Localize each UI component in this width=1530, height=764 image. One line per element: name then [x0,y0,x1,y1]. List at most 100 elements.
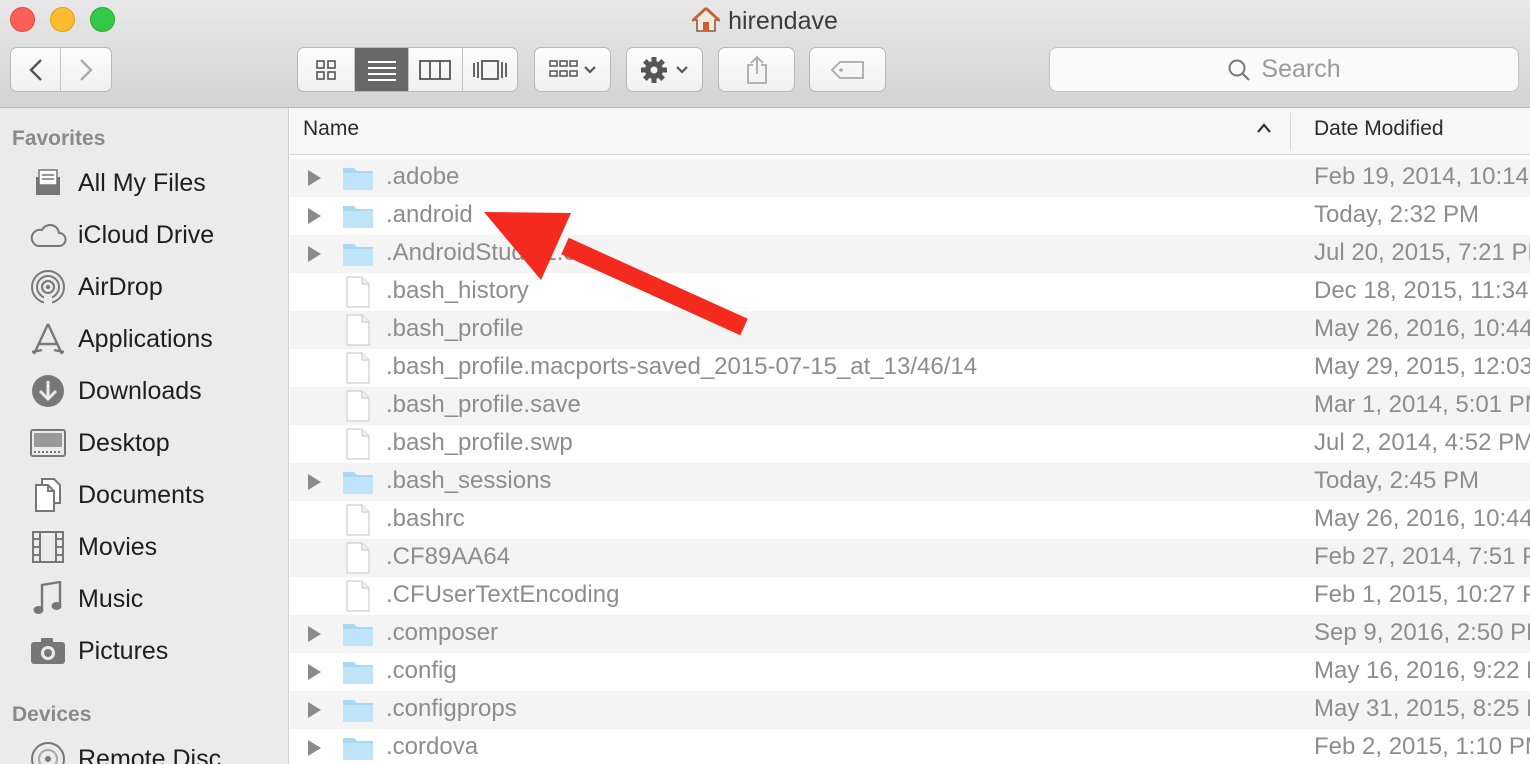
file-date-modified: Jul 20, 2015, 7:21 PM [1314,239,1530,266]
file-row[interactable]: .CF89AA64 Feb 27, 2014, 7:51 PM [290,539,1530,577]
file-date-modified: Mar 1, 2014, 5:01 PM [1314,391,1530,418]
sidebar-item-documents[interactable]: Documents [0,473,288,517]
document-icon [346,314,370,351]
file-row[interactable]: .config May 16, 2016, 9:22 PM [290,653,1530,691]
document-icon [346,580,370,617]
file-row[interactable]: .bash_sessions Today, 2:45 PM [290,463,1530,501]
window-title: hirendave [0,4,1530,42]
column-header: Name Date Modified [290,108,1530,155]
file-row[interactable]: .bash_profile.swp Jul 2, 2014, 4:52 PM [290,425,1530,463]
folder-icon [342,468,374,501]
date-modified-column-header[interactable]: Date Modified [1314,117,1444,141]
file-row[interactable]: .CFUserTextEncoding Feb 1, 2015, 10:27 PM [290,577,1530,615]
file-name: .bash_history [386,277,529,304]
folder-icon [342,240,374,273]
tags-button[interactable] [809,47,886,92]
file-date-modified: Dec 18, 2015, 11:34 [1314,277,1529,304]
search-field[interactable]: Search [1049,47,1519,92]
file-name: .composer [386,619,499,646]
file-row[interactable]: .composer Sep 9, 2016, 2:50 PM [290,615,1530,653]
column-view-button[interactable] [409,48,463,91]
view-switcher [297,47,518,92]
file-row[interactable]: .android Today, 2:32 PM [290,197,1530,235]
arrange-button[interactable] [534,47,611,92]
sidebar-item-pictures[interactable]: Pictures [0,629,288,673]
file-name: .CF89AA64 [386,543,511,570]
cover-flow-view-button[interactable] [463,48,517,91]
file-row[interactable]: .adobe Feb 19, 2014, 10:14 [290,159,1530,197]
sidebar-item-downloads[interactable]: Downloads [0,369,288,413]
sidebar-item-applications[interactable]: Applications [0,317,288,361]
sidebar-item-desktop[interactable]: Desktop [0,421,288,465]
file-date-modified: May 16, 2016, 9:22 PM [1314,657,1530,684]
file-date-modified: Feb 19, 2014, 10:14 [1314,163,1529,190]
file-date-modified: May 29, 2015, 12:03 [1314,353,1530,380]
sidebar-item-label: Desktop [78,428,170,457]
downloads-icon [28,371,68,411]
file-rows: .adobe Feb 19, 2014, 10:14 .android Today, … [290,159,1530,764]
file-date-modified: Feb 27, 2014, 7:51 PM [1314,543,1530,570]
disclosure-triangle-icon[interactable] [307,474,321,495]
disclosure-triangle-icon[interactable] [307,740,321,761]
desktop-icon [28,423,68,463]
sidebar-item-label: Pictures [78,636,169,665]
list-view-button[interactable] [355,48,409,91]
file-row[interactable]: .bash_profile May 26, 2016, 10:44 [290,311,1530,349]
sidebar-item-icloud-drive[interactable]: iCloud Drive [0,213,288,257]
cover-flow-icon [472,59,507,80]
grid-icon [316,59,337,80]
file-name: .config [386,657,457,684]
sidebar-item-label: AirDrop [78,272,163,301]
back-button[interactable] [11,48,62,91]
file-row[interactable]: .bash_history Dec 18, 2015, 11:34 [290,273,1530,311]
sidebar-item-music[interactable]: Music [0,577,288,621]
file-name: .CFUserTextEncoding [386,581,620,608]
disclosure-triangle-icon[interactable] [307,702,321,723]
window-title-text: hirendave [728,7,838,35]
document-icon [346,276,370,313]
disclosure-triangle-icon[interactable] [307,246,321,267]
disclosure-triangle-icon[interactable] [307,664,321,685]
file-row[interactable]: .bash_profile.save Mar 1, 2014, 5:01 PM [290,387,1530,425]
movies-icon [28,527,68,567]
file-row[interactable]: .configprops May 31, 2015, 8:25 PM [290,691,1530,729]
file-date-modified: Sep 9, 2016, 2:50 PM [1314,619,1530,646]
sidebar: Favorites All My Files iCloud Drive AirD… [0,108,289,764]
all-files-icon [28,163,68,203]
forward-button[interactable] [61,48,111,91]
file-row[interactable]: .AndroidStudio1.3 Jul 20, 2015, 7:21 PM [290,235,1530,273]
file-date-modified: Today, 2:32 PM [1314,201,1479,228]
sort-ascending-icon[interactable] [1256,121,1272,139]
sidebar-item-remote-disc[interactable]: Remote Disc [0,737,288,764]
gear-icon [640,56,688,83]
search-placeholder: Search [1261,55,1341,83]
sidebar-item-label: Remote Disc [78,744,222,764]
disclosure-triangle-icon[interactable] [307,170,321,191]
file-date-modified: Jul 2, 2014, 4:52 PM [1314,429,1530,456]
share-button[interactable] [718,47,795,92]
cloud-icon [28,215,68,255]
file-row[interactable]: .cordova Feb 2, 2015, 1:10 PM [290,729,1530,764]
sidebar-item-airdrop[interactable]: AirDrop [0,265,288,309]
sidebar-item-movies[interactable]: Movies [0,525,288,569]
file-row[interactable]: .bash_profile.macports-saved_2015-07-15_… [290,349,1530,387]
file-name: .bash_profile.macports-saved_2015-07-15_… [386,353,978,380]
action-button[interactable] [626,47,703,92]
pictures-icon [28,631,68,671]
column-divider[interactable] [1290,113,1291,150]
name-column-header[interactable]: Name [303,117,359,141]
navigation-buttons [10,47,112,92]
document-icon [346,504,370,541]
sidebar-item-all-my-files[interactable]: All My Files [0,161,288,205]
file-date-modified: Feb 2, 2015, 1:10 PM [1314,733,1530,760]
file-date-modified: Today, 2:45 PM [1314,467,1479,494]
disclosure-triangle-icon[interactable] [307,626,321,647]
file-row[interactable]: .bashrc May 26, 2016, 10:44 [290,501,1530,539]
sidebar-item-label: Music [78,584,144,613]
file-name: .bash_profile [386,315,524,342]
icon-view-button[interactable] [298,48,356,91]
favorites-heading: Favorites [12,127,106,150]
folder-icon [342,164,374,197]
disclosure-triangle-icon[interactable] [307,208,321,229]
document-icon [346,352,370,389]
